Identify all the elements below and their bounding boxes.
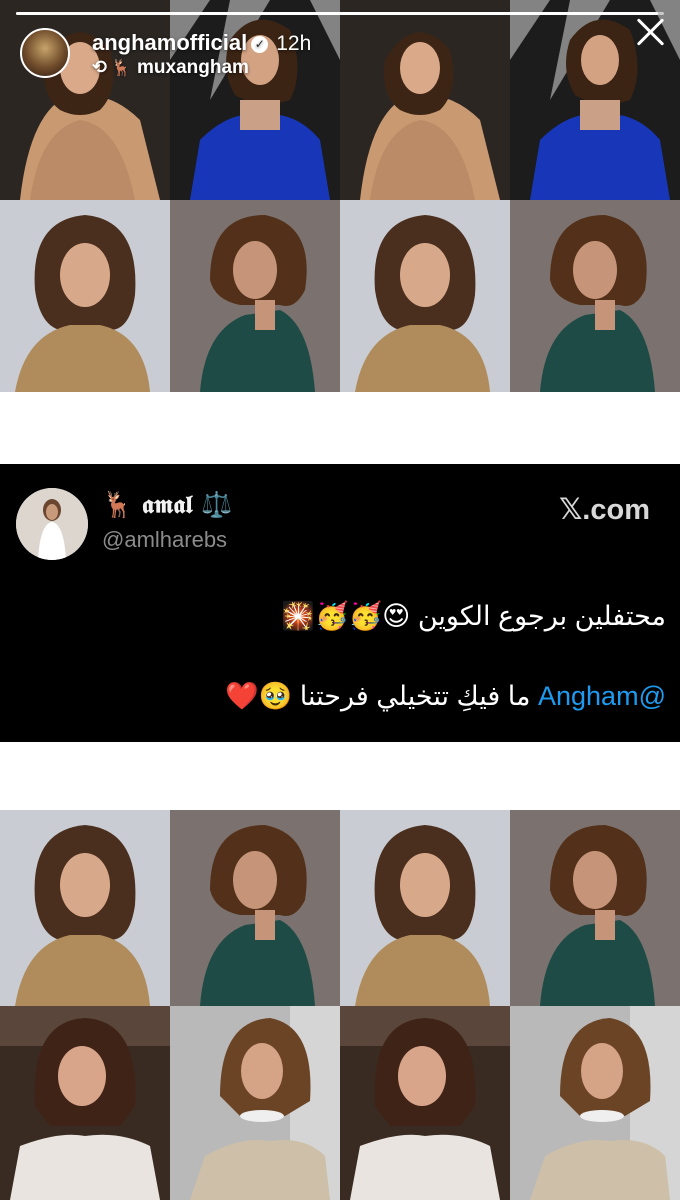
- tweet-text-line2-rest: ما فيكِ تتخيلي فرحتنا 🥹❤️: [225, 681, 538, 711]
- tweet-author-handle: @amlharebs: [102, 527, 228, 552]
- story-username-row[interactable]: anghamofficial ✓ 12h: [92, 30, 311, 56]
- photo-sequin-portrait: [340, 810, 510, 1006]
- repost-icon: ⟲: [92, 57, 108, 77]
- x-logo-source: 𝕏.com: [558, 494, 650, 526]
- story-header: anghamofficial ✓ 12h ⟲ 🦌 muxangham: [20, 24, 660, 84]
- story-progress-bar: [16, 12, 664, 15]
- photo-sequin-portrait: [0, 200, 170, 392]
- reposted-from-username[interactable]: muxangham: [137, 57, 249, 78]
- deer-icon: 🦌: [111, 60, 132, 77]
- story-time: 12h: [276, 32, 312, 55]
- photo-sequin-portrait: [0, 810, 170, 1006]
- profile-avatar[interactable]: [20, 28, 70, 78]
- photo-silver-dress: [510, 1006, 680, 1200]
- photo-white-dress: [0, 1006, 170, 1200]
- repost-attribution[interactable]: ⟲ 🦌 muxangham: [92, 57, 249, 79]
- mention-link[interactable]: @Angham: [538, 681, 666, 711]
- photo-sequin-portrait: [340, 200, 510, 392]
- close-icon[interactable]: [632, 14, 668, 50]
- tweet-author-name: 🦌 𝖆𝖒𝖆𝖑 ⚖️: [102, 490, 233, 519]
- tweet-text-line2: @Angham ما فيكِ تتخيلي فرحتنا 🥹❤️: [225, 680, 666, 712]
- photo-grid-bottom: [0, 810, 680, 1200]
- photo-silver-dress: [170, 1006, 340, 1200]
- photo-green-dress: [510, 200, 680, 392]
- tweet-text-line1: محتفلين برجوع الكوين 😍🥳🥳🎇: [281, 601, 666, 631]
- story-username[interactable]: anghamofficial: [92, 30, 247, 55]
- photo-white-dress: [340, 1006, 510, 1200]
- tweet-author-avatar: [16, 488, 88, 560]
- photo-green-dress: [170, 810, 340, 1006]
- story-progress-fill: [16, 12, 658, 15]
- photo-green-dress: [510, 810, 680, 1006]
- photo-green-dress: [170, 200, 340, 392]
- verified-badge-icon: ✓: [251, 36, 269, 53]
- tweet-card[interactable]: 🦌 𝖆𝖒𝖆𝖑 ⚖️ @amlharebs 𝕏.com محتفلين برجوع…: [0, 464, 680, 742]
